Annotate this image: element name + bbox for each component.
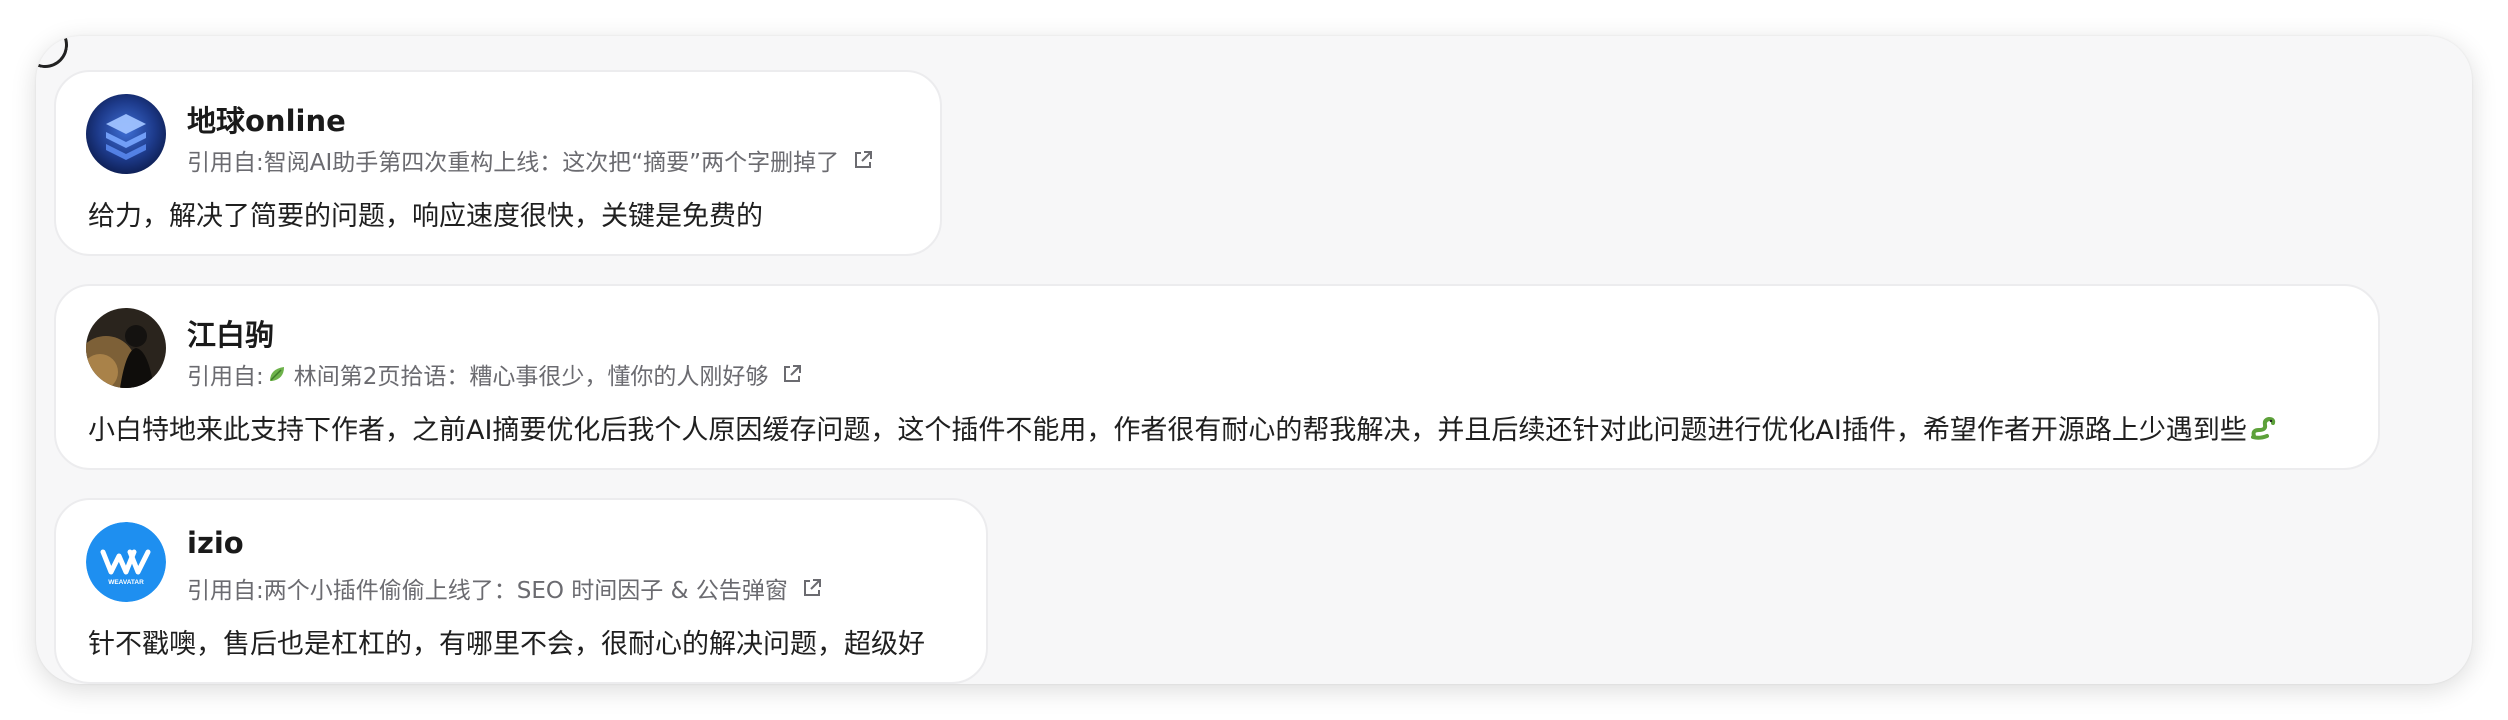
- layered-cube-avatar-icon: [86, 94, 166, 174]
- comment-text: 给力，解决了简要的问题，响应速度很快，关键是免费的: [88, 201, 763, 232]
- avatar[interactable]: [86, 94, 166, 174]
- external-link-icon[interactable]: [800, 576, 824, 600]
- comment-card: 江白驹 引用自: 林间第2页拾语：糟心事很少，懂你的人刚好够 小白特地来此支持下…: [54, 284, 2380, 470]
- quote-prefix: 引用自:: [187, 364, 264, 390]
- author-name[interactable]: 地球online: [187, 98, 346, 140]
- comment-text-body: 小白特地来此支持下作者，之前AI摘要优化后我个人原因缓存问题，这个插件不能用，作…: [88, 415, 2247, 446]
- external-link-icon[interactable]: [851, 148, 875, 172]
- weavatar-logo-avatar-icon: WEAVATAR: [86, 522, 166, 602]
- avatar[interactable]: [86, 308, 166, 388]
- avatar[interactable]: WEAVATAR: [86, 522, 166, 602]
- quote-source: 引用自: 两个小插件偷偷上线了：SEO 时间因子 & 公告弹窗: [187, 571, 824, 605]
- quote-prefix: 引用自:: [187, 578, 264, 604]
- leaf-icon: [269, 367, 284, 381]
- quote-source: 引用自: 林间第2页拾语：糟心事很少，懂你的人刚好够: [187, 357, 804, 391]
- snake-emoji-icon: [2250, 416, 2276, 440]
- comment-text: 小白特地来此支持下作者，之前AI摘要优化后我个人原因缓存问题，这个插件不能用，作…: [88, 408, 2277, 447]
- quote-title-link[interactable]: 智阅AI助手第四次重构上线：这次把“摘要”两个字删掉了: [264, 143, 839, 177]
- loading-spinner-icon: [36, 36, 72, 72]
- author-name[interactable]: 江白驹: [187, 312, 274, 354]
- comment-text: 针不戳噢，售后也是杠杠的，有哪里不会，很耐心的解决问题，超级好: [88, 629, 925, 660]
- quote-source: 引用自: 智阅AI助手第四次重构上线：这次把“摘要”两个字删掉了: [187, 143, 875, 177]
- comment-card: 地球online 引用自: 智阅AI助手第四次重构上线：这次把“摘要”两个字删掉…: [54, 70, 942, 256]
- author-name[interactable]: izio: [187, 526, 244, 560]
- dark-photo-avatar-icon: [86, 308, 166, 388]
- comment-card: WEAVATAR izio 引用自: 两个小插件偷偷上线了：SEO 时间因子 &…: [54, 498, 988, 684]
- external-link-icon[interactable]: [780, 362, 804, 386]
- avatar-logo-text: WEAVATAR: [108, 579, 144, 586]
- comments-panel: 地球online 引用自: 智阅AI助手第四次重构上线：这次把“摘要”两个字删掉…: [36, 36, 2472, 684]
- quote-title-link[interactable]: 两个小插件偷偷上线了：SEO 时间因子 & 公告弹窗: [264, 571, 788, 605]
- quote-title-link[interactable]: 林间第2页拾语：糟心事很少，懂你的人刚好够: [294, 357, 769, 391]
- quote-prefix: 引用自:: [187, 150, 264, 176]
